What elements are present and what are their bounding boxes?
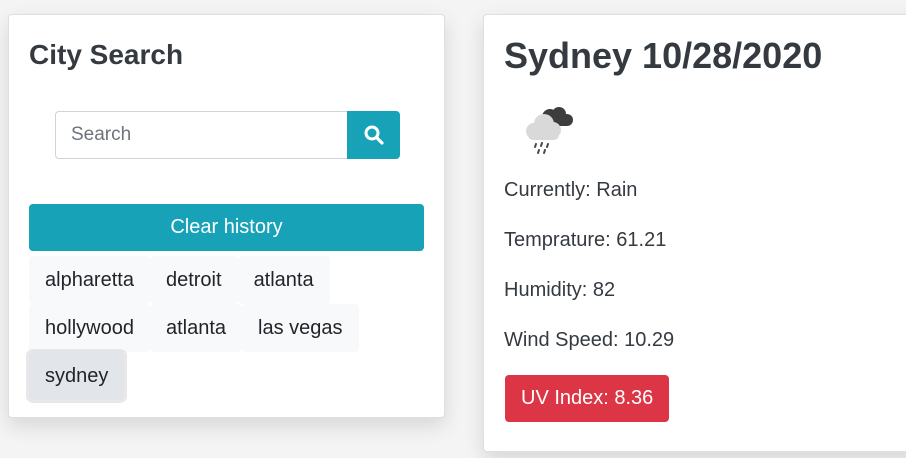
search-input[interactable] <box>55 111 347 159</box>
wind-speed-value: Wind Speed: 10.29 <box>504 329 675 351</box>
search-history-list: alpharetta detroit atlanta hollywood atl… <box>29 256 429 400</box>
current-condition: Currently: Rain <box>504 179 638 201</box>
city-search-card: City Search Clear history alpharetta det… <box>8 14 445 418</box>
uv-index-badge: UV Index: 8.36 <box>505 375 670 422</box>
history-item-detroit[interactable]: detroit <box>149 256 238 304</box>
history-item-atlanta[interactable]: atlanta <box>237 256 330 304</box>
history-item-las-vegas[interactable]: las vegas <box>242 304 359 352</box>
rain-cloud-icon <box>526 107 573 154</box>
current-weather-card: Sydney 10/28/2020 Currently: Rain Tempra… <box>483 14 906 452</box>
search-group <box>55 111 400 159</box>
weather-title: Sydney 10/28/2020 <box>504 35 823 76</box>
history-item-sydney[interactable]: sydney <box>29 352 125 400</box>
history-item-alpharetta[interactable]: alpharetta <box>29 256 150 304</box>
search-icon <box>364 125 384 145</box>
clear-history-button[interactable]: Clear history <box>29 204 424 251</box>
humidity-value: Humidity: 82 <box>504 279 616 301</box>
temperature-value: Temprature: 61.21 <box>504 229 667 251</box>
history-item-atlanta-2[interactable]: atlanta <box>149 304 243 352</box>
search-button[interactable] <box>347 111 400 159</box>
city-search-title: City Search <box>29 39 184 70</box>
history-item-hollywood[interactable]: hollywood <box>29 304 150 352</box>
